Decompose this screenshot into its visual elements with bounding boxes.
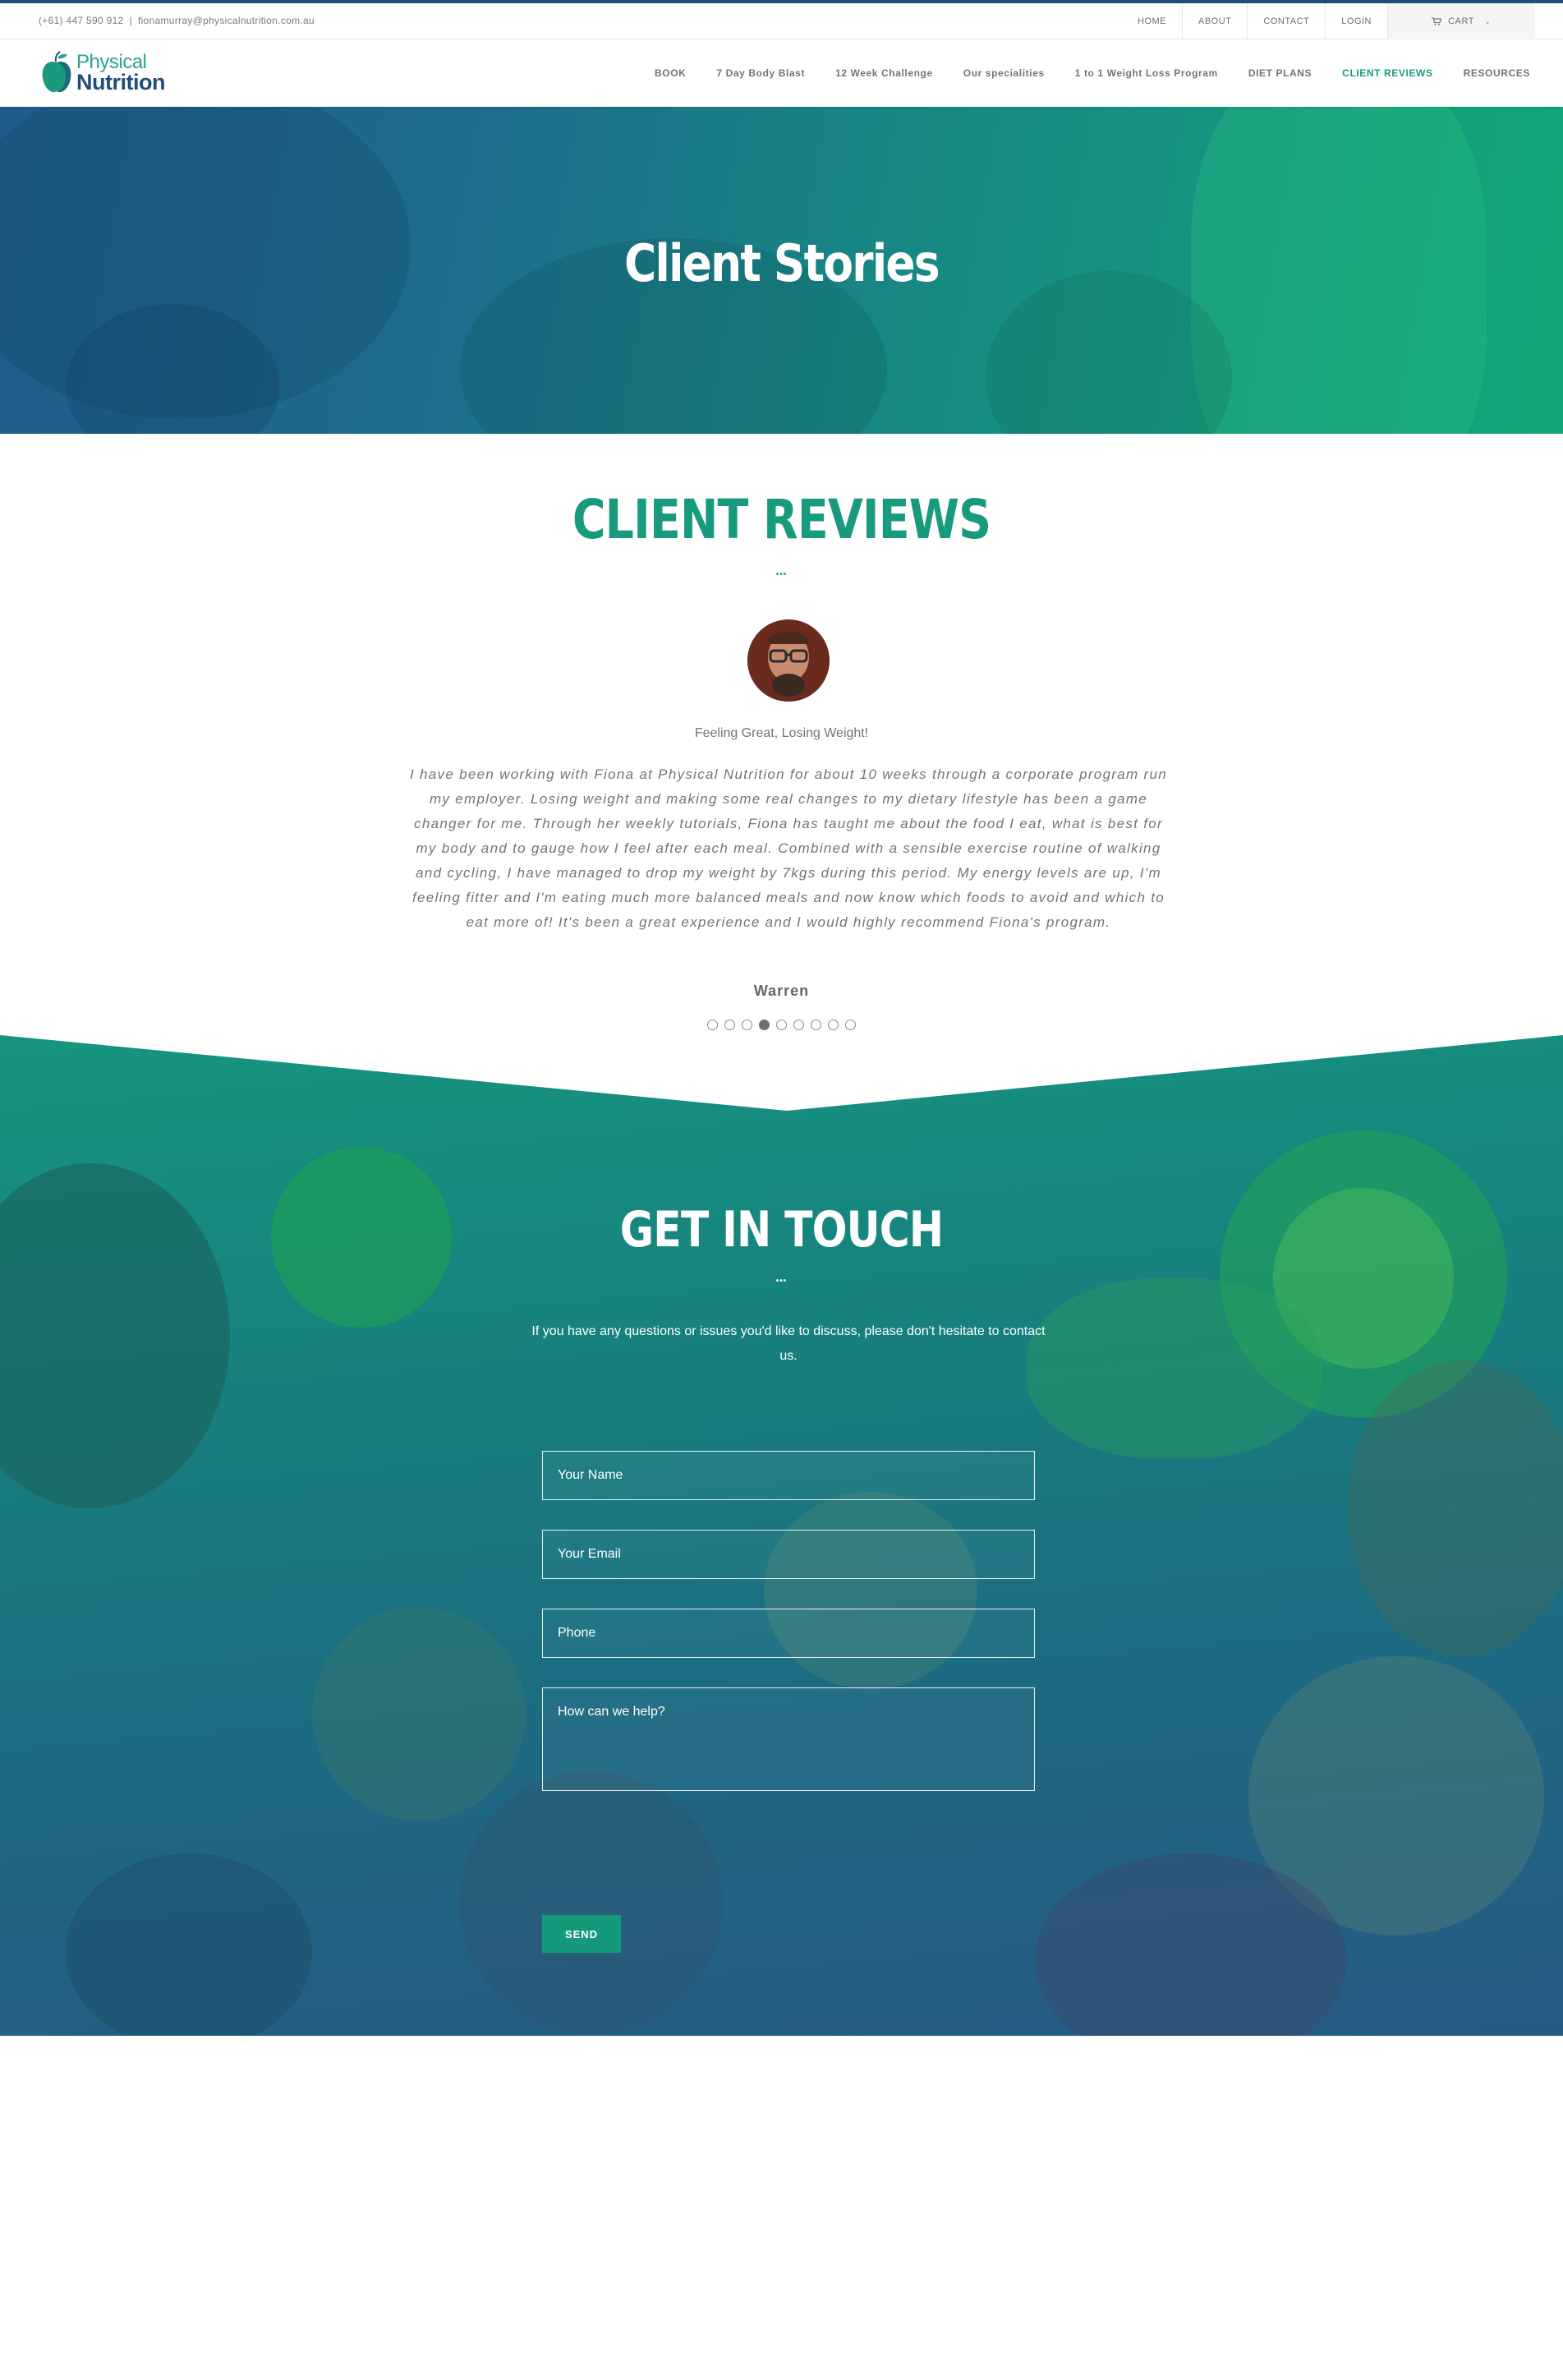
phone-field[interactable] bbox=[542, 1609, 1035, 1658]
cart-button[interactable]: CART ⌄ bbox=[1387, 3, 1535, 39]
page-title-bar: Client Stories bbox=[0, 107, 1563, 434]
reviewer-avatar bbox=[747, 619, 830, 702]
main-header: Physical Nutrition BOOK 7 Day Body Blast… bbox=[0, 39, 1563, 107]
nav-item-book[interactable]: BOOK bbox=[655, 67, 686, 79]
contact-heading-separator: ••• bbox=[775, 1277, 788, 1286]
nav-item-1-to-1-program[interactable]: 1 to 1 Weight Loss Program bbox=[1075, 67, 1218, 79]
phone-number[interactable]: (+61) 447 590 912 bbox=[39, 15, 124, 26]
review-title: Feeling Great, Losing Weight! bbox=[694, 726, 869, 740]
nav-item-12-week-challenge[interactable]: 12 Week Challenge bbox=[835, 67, 933, 79]
pagination-dot[interactable] bbox=[811, 1020, 821, 1030]
pagination-dot[interactable] bbox=[845, 1020, 856, 1030]
get-in-touch-section: GET IN TOUCH ••• If you have any questio… bbox=[0, 1032, 1563, 2036]
apple-logo-icon bbox=[42, 51, 71, 93]
top-nav: HOME ABOUT CONTACT LOGIN CART ⌄ bbox=[1122, 3, 1563, 39]
cart-icon bbox=[1432, 17, 1442, 25]
top-nav-contact[interactable]: CONTACT bbox=[1247, 3, 1325, 39]
email-field[interactable] bbox=[542, 1530, 1035, 1579]
nav-item-our-specialities[interactable]: Our specialities bbox=[963, 67, 1045, 79]
nav-item-resources[interactable]: RESOURCES bbox=[1464, 67, 1530, 79]
pagination-dot[interactable] bbox=[724, 1020, 735, 1030]
pagination-dot[interactable] bbox=[793, 1020, 804, 1030]
name-field[interactable] bbox=[542, 1451, 1035, 1500]
contact-intro: If you have any questions or issues you'… bbox=[531, 1324, 1046, 1363]
testimonial-pagination bbox=[0, 1020, 1563, 1030]
client-reviews-section: CLIENT REVIEWS ••• Feeling Great, Losing… bbox=[0, 434, 1563, 1042]
review-text: I have been working with Fiona at Physic… bbox=[410, 766, 1167, 930]
top-nav-login[interactable]: LOGIN bbox=[1325, 3, 1387, 39]
pagination-dot[interactable] bbox=[707, 1020, 718, 1030]
site-logo[interactable]: Physical Nutrition bbox=[40, 49, 165, 97]
contact-heading: GET IN TOUCH bbox=[619, 1201, 944, 1259]
chevron-down-icon: ⌄ bbox=[1483, 16, 1492, 26]
pagination-dot[interactable] bbox=[742, 1020, 752, 1030]
nav-item-7-day-body-blast[interactable]: 7 Day Body Blast bbox=[716, 67, 805, 79]
logo-text-nutrition: Nutrition bbox=[76, 70, 165, 94]
section-divider bbox=[0, 1032, 1563, 1111]
email-address[interactable]: fionamurray@physicalnutrition.com.au bbox=[138, 15, 315, 26]
heading-separator: ••• bbox=[775, 570, 788, 579]
nav-item-client-reviews[interactable]: CLIENT REVIEWS bbox=[1342, 67, 1432, 79]
top-bar: (+61) 447 590 912 | fionamurray@physicalnu… bbox=[0, 0, 1563, 39]
contact-separator: | bbox=[129, 15, 132, 26]
review-author: Warren bbox=[753, 983, 810, 999]
nav-item-diet-plans[interactable]: DIET PLANS bbox=[1248, 67, 1312, 79]
pagination-dot[interactable] bbox=[776, 1020, 787, 1030]
top-contact-info: (+61) 447 590 912 | fionamurray@physicalnu… bbox=[39, 15, 315, 26]
pagination-dot[interactable] bbox=[828, 1020, 839, 1030]
cart-label: CART bbox=[1448, 16, 1474, 26]
main-nav: BOOK 7 Day Body Blast 12 Week Challenge … bbox=[624, 39, 1530, 107]
top-nav-about[interactable]: ABOUT bbox=[1182, 3, 1247, 39]
page-title: Client Stories bbox=[624, 233, 940, 293]
message-field[interactable] bbox=[542, 1687, 1035, 1791]
pagination-dot[interactable] bbox=[759, 1020, 770, 1030]
reviews-heading: CLIENT REVIEWS bbox=[572, 488, 991, 551]
top-nav-home[interactable]: HOME bbox=[1122, 3, 1182, 39]
send-button[interactable]: SEND bbox=[542, 1915, 621, 1953]
